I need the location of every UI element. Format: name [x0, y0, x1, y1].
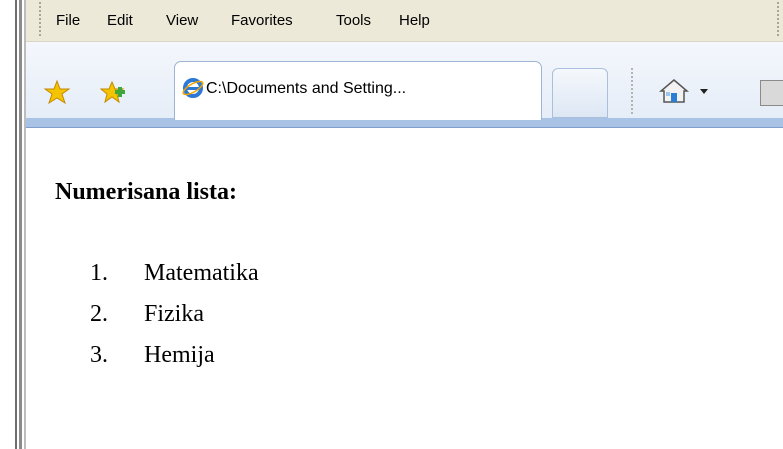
tab-title: C:\Documents and Setting... — [206, 80, 407, 97]
list-item: 2. Fizika — [90, 299, 259, 340]
add-favorites-icon — [100, 80, 125, 104]
list-item-number: 3. — [90, 342, 108, 368]
menu-help[interactable]: Help — [399, 12, 430, 30]
list-item-text: Matematika — [144, 260, 259, 286]
window-frame-left — [0, 0, 26, 449]
ie-icon — [182, 77, 204, 104]
menu-file[interactable]: File — [56, 12, 80, 30]
numbered-list: 1. Matematika 2. Fizika 3. Hemija — [90, 258, 259, 381]
add-favorites-icon[interactable] — [98, 77, 128, 107]
list-item-number: 2. — [90, 301, 108, 327]
new-tab-button[interactable] — [552, 68, 608, 118]
menu-view[interactable]: View — [166, 12, 198, 30]
list-item-text: Fizika — [144, 301, 204, 327]
frame-border — [15, 0, 17, 449]
favorites-star-icon[interactable] — [42, 77, 72, 107]
menu-favorites[interactable]: Favorites — [231, 12, 293, 30]
frame-border — [19, 0, 22, 449]
list-item-number: 1. — [90, 260, 108, 286]
menu-edit[interactable]: Edit — [107, 12, 133, 30]
page-content: Numerisana lista: 1. Matematika 2. Fizika … — [34, 128, 783, 449]
toolbar-grip[interactable] — [777, 2, 779, 38]
menu-bar: File Edit View Favorites Tools Help — [26, 0, 783, 41]
list-item: 3. Hemija — [90, 340, 259, 381]
page-heading: Numerisana lista: — [55, 179, 237, 205]
toolbar-grip[interactable] — [39, 2, 41, 38]
favorites-star-icon — [44, 79, 70, 105]
home-icon[interactable] — [658, 78, 690, 109]
toolbar-separator — [631, 68, 633, 116]
menu-tools[interactable]: Tools — [336, 12, 371, 30]
list-item-text: Hemija — [144, 342, 215, 368]
feeds-icon[interactable] — [760, 80, 783, 106]
chevron-down-icon[interactable] — [700, 89, 708, 94]
list-item: 1. Matematika — [90, 258, 259, 299]
